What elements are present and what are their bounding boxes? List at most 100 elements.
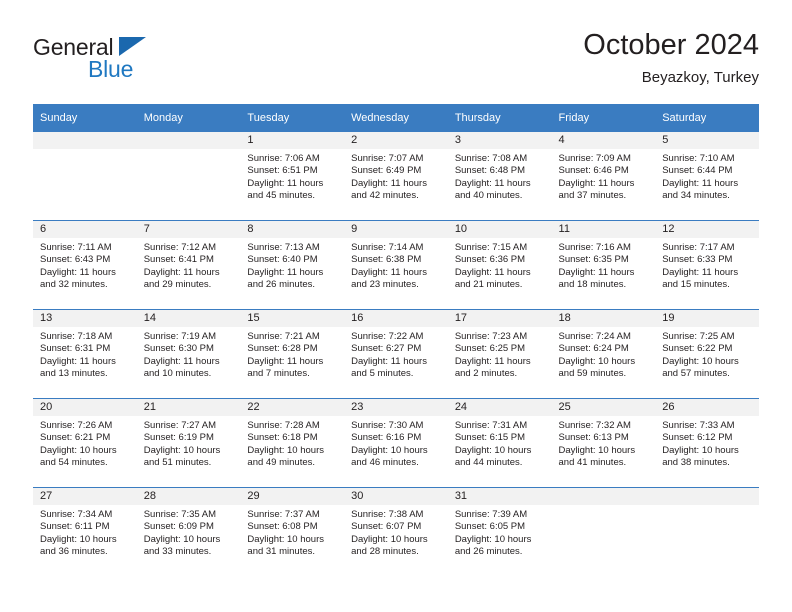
sunset-time: Sunset: 6:24 PM bbox=[558, 343, 629, 355]
daylight-duration-line1: Daylight: 11 hours bbox=[247, 266, 324, 278]
day-cell-inner: 15 Sunrise: 7:21 AM Sunset: 6:28 PM Dayligh… bbox=[240, 310, 345, 398]
calendar-day-cell[interactable]: 12 Sunrise: 7:17 AM Sunset: 6:33 PM Dayligh… bbox=[655, 220, 759, 310]
day-number: 2 bbox=[344, 132, 448, 149]
calendar-day-cell[interactable]: 10 Sunrise: 7:15 AM Sunset: 6:36 PM Dayligh… bbox=[447, 220, 552, 310]
calendar-day-cell-empty bbox=[136, 132, 241, 221]
calendar-day-cell[interactable]: 23 Sunrise: 7:30 AM Sunset: 6:16 PM Dayligh… bbox=[344, 398, 448, 488]
day-details: Sunrise: 7:31 AM Sunset: 6:15 PM Daylight:… bbox=[448, 416, 552, 470]
calendar-day-cell[interactable]: 6 Sunrise: 7:11 AM Sunset: 6:43 PM Daylight… bbox=[33, 220, 137, 310]
day-cell-inner: 6 Sunrise: 7:11 AM Sunset: 6:43 PM Daylight… bbox=[33, 221, 137, 309]
day-details: Sunrise: 7:25 AM Sunset: 6:22 PM Daylight:… bbox=[655, 327, 759, 381]
sunset-time: Sunset: 6:27 PM bbox=[351, 343, 422, 355]
sunset-time: Sunset: 6:08 PM bbox=[247, 521, 318, 533]
day-cell-inner: 16 Sunrise: 7:22 AM Sunset: 6:27 PM Dayligh… bbox=[344, 310, 448, 398]
day-number: 22 bbox=[240, 399, 345, 416]
sunrise-time: Sunrise: 7:24 AM bbox=[558, 331, 631, 342]
sunset-time: Sunset: 6:28 PM bbox=[247, 343, 318, 355]
day-number: 27 bbox=[33, 488, 137, 505]
calendar-day-cell[interactable]: 11 Sunrise: 7:16 AM Sunset: 6:35 PM Dayligh… bbox=[551, 220, 656, 310]
daylight-duration-line1: Daylight: 10 hours bbox=[143, 533, 221, 545]
day-number: 19 bbox=[655, 310, 759, 327]
calendar-day-cell[interactable]: 18 Sunrise: 7:24 AM Sunset: 6:24 PM Dayligh… bbox=[551, 309, 656, 399]
calendar-day-cell[interactable]: 17 Sunrise: 7:23 AM Sunset: 6:25 PM Dayligh… bbox=[447, 309, 552, 399]
calendar-week-row: 13 Sunrise: 7:18 AM Sunset: 6:31 PM Dayligh… bbox=[33, 309, 759, 399]
daylight-duration-line2: and 26 minutes. bbox=[454, 546, 523, 558]
calendar-day-cell[interactable]: 31 Sunrise: 7:39 AM Sunset: 6:05 PM Dayligh… bbox=[447, 487, 552, 576]
day-cell-inner: 13 Sunrise: 7:18 AM Sunset: 6:31 PM Dayligh… bbox=[33, 310, 137, 398]
sunrise-time: Sunrise: 7:26 AM bbox=[40, 420, 113, 431]
daylight-duration-line2: and 31 minutes. bbox=[247, 546, 316, 558]
calendar-day-cell[interactable]: 24 Sunrise: 7:31 AM Sunset: 6:15 PM Dayligh… bbox=[447, 398, 552, 488]
daylight-duration-line1: Daylight: 11 hours bbox=[351, 355, 427, 367]
day-number bbox=[136, 132, 241, 149]
calendar-day-cell[interactable]: 30 Sunrise: 7:38 AM Sunset: 6:07 PM Dayligh… bbox=[344, 487, 448, 576]
sunset-time: Sunset: 6:44 PM bbox=[662, 165, 733, 177]
calendar-day-cell[interactable]: 28 Sunrise: 7:35 AM Sunset: 6:09 PM Dayligh… bbox=[136, 487, 241, 576]
day-cell-inner bbox=[136, 132, 241, 220]
daylight-duration-line2: and 46 minutes. bbox=[351, 457, 419, 469]
calendar-day-cell[interactable]: 21 Sunrise: 7:27 AM Sunset: 6:19 PM Dayligh… bbox=[136, 398, 241, 488]
calendar-day-cell[interactable]: 25 Sunrise: 7:32 AM Sunset: 6:13 PM Dayligh… bbox=[551, 398, 656, 488]
calendar-day-cell[interactable]: 5 Sunrise: 7:10 AM Sunset: 6:44 PM Daylight… bbox=[655, 132, 759, 221]
calendar-day-cell[interactable]: 29 Sunrise: 7:37 AM Sunset: 6:08 PM Dayligh… bbox=[240, 487, 345, 576]
day-cell-inner: 31 Sunrise: 7:39 AM Sunset: 6:05 PM Dayligh… bbox=[447, 488, 552, 576]
generalblue-logo[interactable]: General Blue bbox=[33, 34, 213, 90]
day-cell-inner: 2 Sunrise: 7:07 AM Sunset: 6:49 PM Daylight… bbox=[344, 132, 448, 220]
day-details: Sunrise: 7:08 AM Sunset: 6:48 PM Daylight:… bbox=[448, 149, 552, 203]
sunrise-time: Sunrise: 7:25 AM bbox=[662, 331, 735, 342]
calendar-day-cell[interactable]: 3 Sunrise: 7:08 AM Sunset: 6:48 PM Daylight… bbox=[447, 132, 552, 221]
day-details: Sunrise: 7:24 AM Sunset: 6:24 PM Daylight:… bbox=[552, 327, 656, 381]
sunrise-time: Sunrise: 7:11 AM bbox=[40, 242, 112, 253]
calendar-week-row: 27 Sunrise: 7:34 AM Sunset: 6:11 PM Dayligh… bbox=[33, 487, 759, 576]
calendar-day-cell[interactable]: 19 Sunrise: 7:25 AM Sunset: 6:22 PM Dayligh… bbox=[655, 309, 759, 399]
sunrise-time: Sunrise: 7:18 AM bbox=[40, 331, 113, 342]
day-cell-inner: 14 Sunrise: 7:19 AM Sunset: 6:30 PM Dayligh… bbox=[136, 310, 241, 398]
calendar-day-cell[interactable]: 26 Sunrise: 7:33 AM Sunset: 6:12 PM Dayligh… bbox=[655, 398, 759, 488]
sunset-time: Sunset: 6:51 PM bbox=[247, 165, 318, 177]
calendar-day-cell[interactable]: 9 Sunrise: 7:14 AM Sunset: 6:38 PM Daylight… bbox=[344, 220, 448, 310]
day-cell-inner: 11 Sunrise: 7:16 AM Sunset: 6:35 PM Dayligh… bbox=[551, 221, 656, 309]
weekday-header-saturday: Saturday bbox=[655, 104, 759, 132]
daylight-duration-line2: and 42 minutes. bbox=[351, 190, 419, 202]
day-details: Sunrise: 7:39 AM Sunset: 6:05 PM Daylight:… bbox=[448, 505, 552, 559]
calendar-day-cell[interactable]: 27 Sunrise: 7:34 AM Sunset: 6:11 PM Dayligh… bbox=[33, 487, 137, 576]
sunrise-time: Sunrise: 7:13 AM bbox=[247, 242, 320, 253]
calendar-day-cell[interactable]: 2 Sunrise: 7:07 AM Sunset: 6:49 PM Daylight… bbox=[344, 132, 448, 221]
calendar-day-cell[interactable]: 15 Sunrise: 7:21 AM Sunset: 6:28 PM Dayligh… bbox=[240, 309, 345, 399]
calendar-day-cell[interactable]: 16 Sunrise: 7:22 AM Sunset: 6:27 PM Dayligh… bbox=[344, 309, 448, 399]
sunset-time: Sunset: 6:11 PM bbox=[40, 521, 110, 533]
sunset-time: Sunset: 6:15 PM bbox=[454, 432, 526, 444]
day-cell-inner: 17 Sunrise: 7:23 AM Sunset: 6:25 PM Dayligh… bbox=[447, 310, 552, 398]
daylight-duration-line2: and 7 minutes. bbox=[247, 368, 310, 380]
calendar-day-cell[interactable]: 4 Sunrise: 7:09 AM Sunset: 6:46 PM Daylight… bbox=[551, 132, 656, 221]
daylight-duration-line2: and 44 minutes. bbox=[454, 457, 523, 469]
calendar-day-cell[interactable]: 7 Sunrise: 7:12 AM Sunset: 6:41 PM Daylight… bbox=[136, 220, 241, 310]
calendar-day-cell[interactable]: 8 Sunrise: 7:13 AM Sunset: 6:40 PM Daylight… bbox=[240, 220, 345, 310]
day-cell-inner: 3 Sunrise: 7:08 AM Sunset: 6:48 PM Daylight… bbox=[447, 132, 552, 220]
weekday-header-row: Sunday Monday Tuesday Wednesday Thursday… bbox=[33, 104, 759, 132]
sunrise-time: Sunrise: 7:37 AM bbox=[247, 509, 320, 520]
daylight-duration-line2: and 28 minutes. bbox=[351, 546, 419, 558]
sunrise-time: Sunrise: 7:14 AM bbox=[351, 242, 424, 253]
calendar-day-cell[interactable]: 14 Sunrise: 7:19 AM Sunset: 6:30 PM Dayligh… bbox=[136, 309, 241, 399]
sunrise-time: Sunrise: 7:19 AM bbox=[143, 331, 217, 342]
daylight-duration-line2: and 2 minutes. bbox=[454, 368, 518, 380]
day-number bbox=[551, 488, 656, 505]
day-cell-inner: 12 Sunrise: 7:17 AM Sunset: 6:33 PM Dayligh… bbox=[655, 221, 759, 309]
day-number: 23 bbox=[344, 399, 448, 416]
daylight-duration-line1: Daylight: 11 hours bbox=[143, 266, 220, 278]
calendar-day-cell[interactable]: 20 Sunrise: 7:26 AM Sunset: 6:21 PM Dayligh… bbox=[33, 398, 137, 488]
calendar-week-row: 1 Sunrise: 7:06 AM Sunset: 6:51 PM Daylight… bbox=[33, 132, 759, 221]
sunset-time: Sunset: 6:48 PM bbox=[454, 165, 526, 177]
day-cell-inner: 27 Sunrise: 7:34 AM Sunset: 6:11 PM Dayligh… bbox=[33, 488, 137, 576]
calendar-day-cell[interactable]: 13 Sunrise: 7:18 AM Sunset: 6:31 PM Dayligh… bbox=[33, 309, 137, 399]
daylight-duration-line2: and 51 minutes. bbox=[143, 457, 212, 469]
daylight-duration-line1: Daylight: 11 hours bbox=[662, 266, 739, 278]
daylight-duration-line1: Daylight: 11 hours bbox=[351, 177, 427, 189]
daylight-duration-line1: Daylight: 11 hours bbox=[558, 177, 635, 189]
calendar-day-cell[interactable]: 22 Sunrise: 7:28 AM Sunset: 6:18 PM Dayligh… bbox=[240, 398, 345, 488]
calendar-day-cell[interactable]: 1 Sunrise: 7:06 AM Sunset: 6:51 PM Daylight… bbox=[240, 132, 345, 221]
day-number: 9 bbox=[344, 221, 448, 238]
page-title: October 2024 bbox=[583, 29, 759, 61]
daylight-duration-line2: and 49 minutes. bbox=[247, 457, 316, 469]
